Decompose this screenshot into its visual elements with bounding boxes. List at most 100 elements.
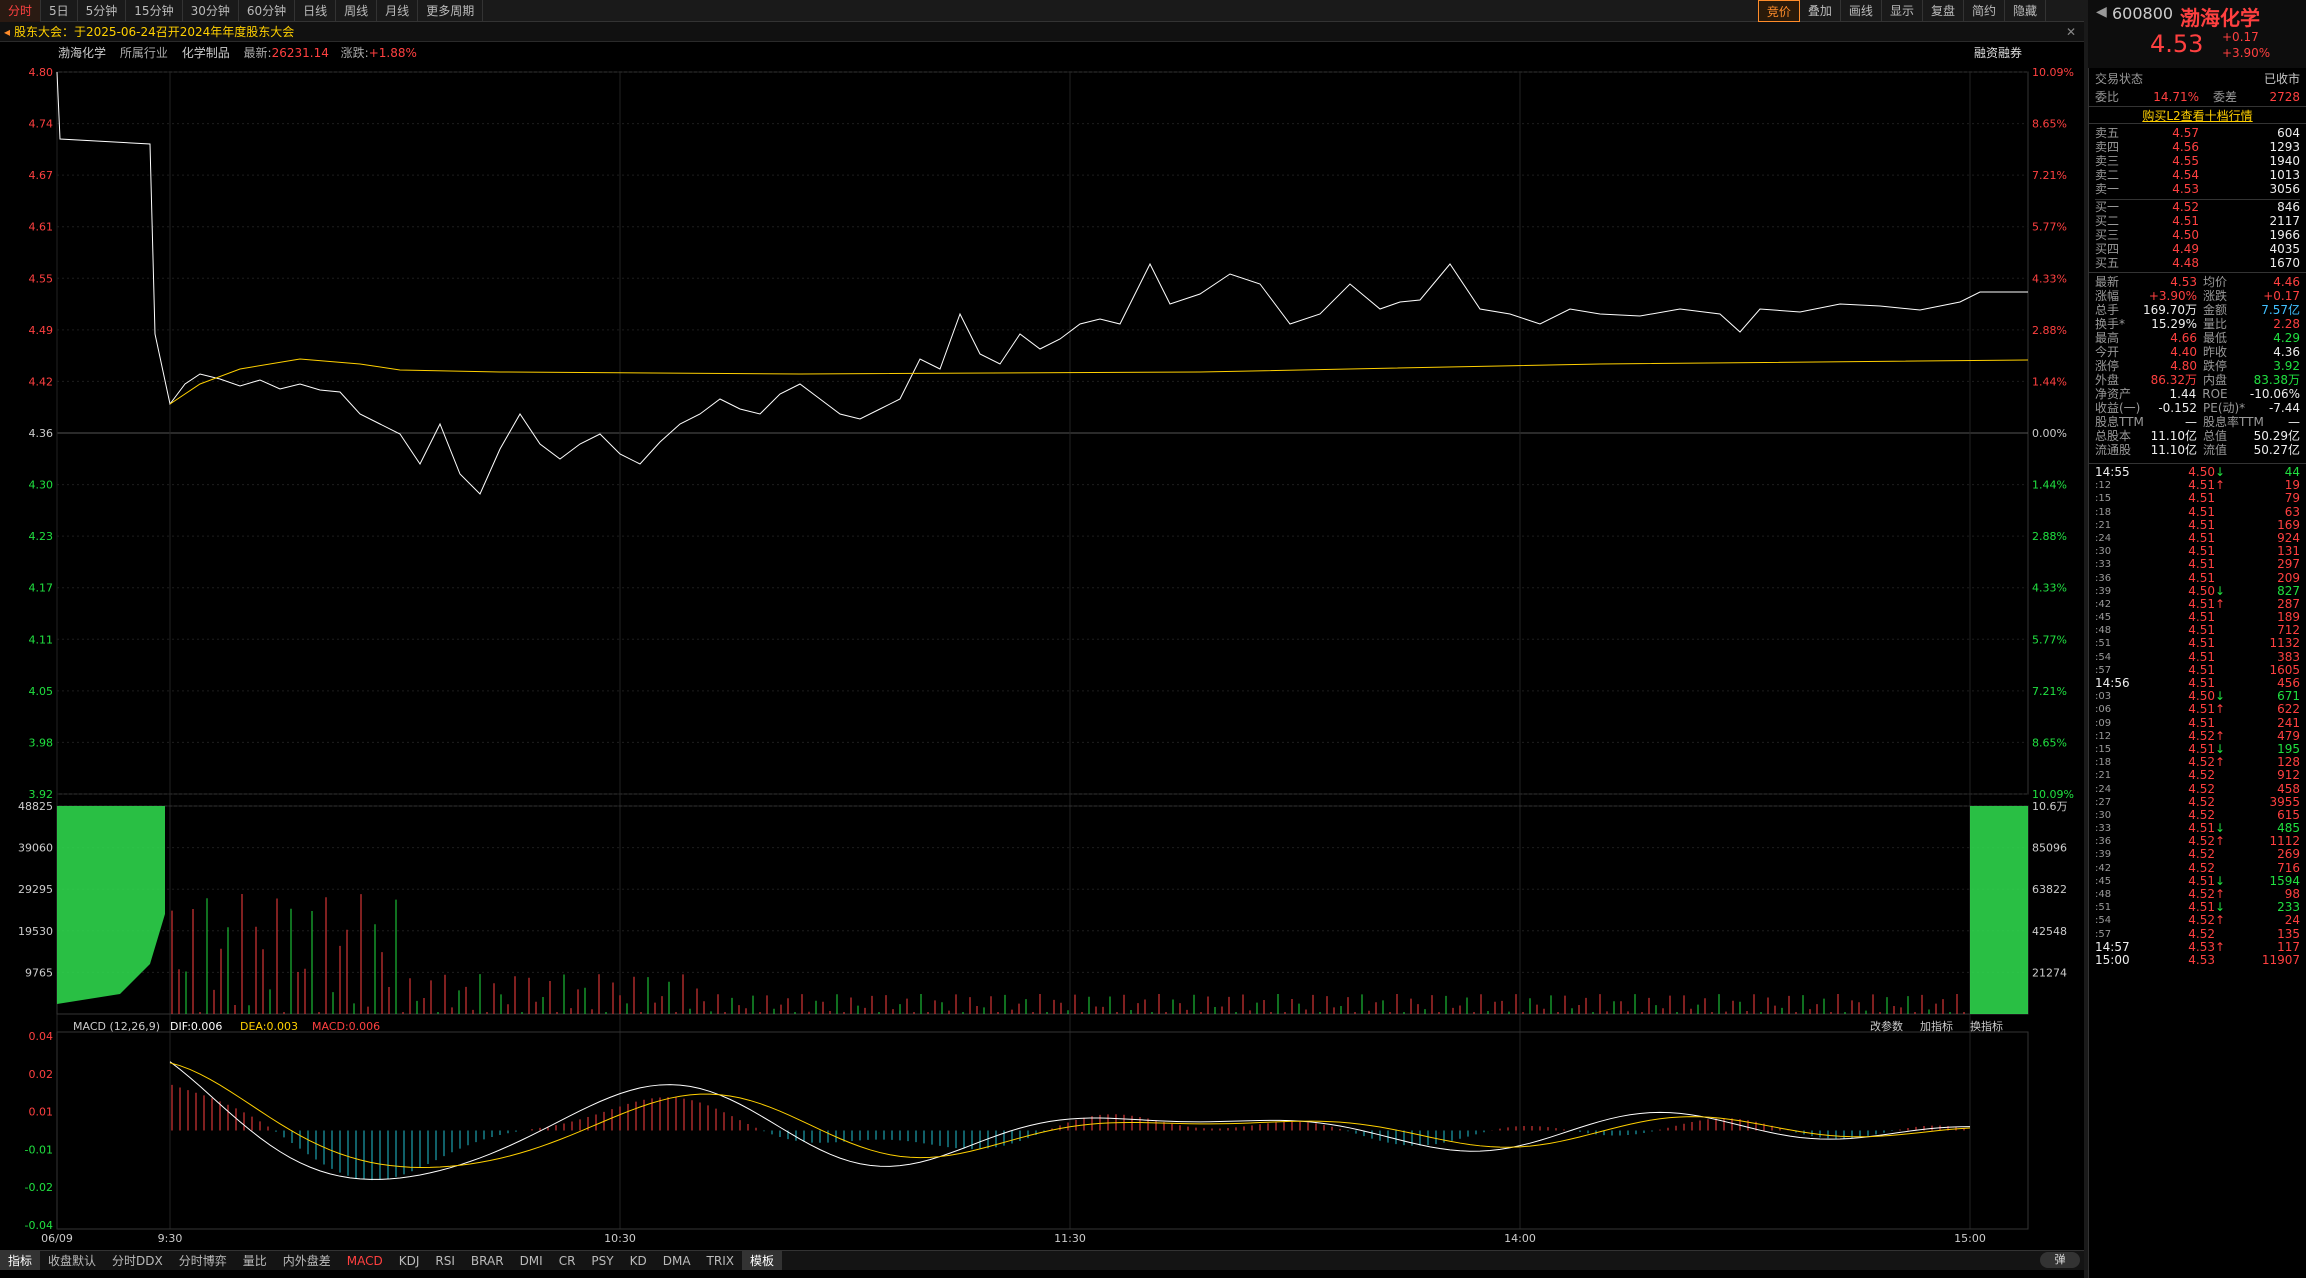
tick-time: :09	[2095, 717, 2112, 729]
wb-label: 委比	[2095, 90, 2120, 104]
close-icon[interactable]: ✕	[2066, 22, 2076, 42]
tick-row: :15 4.51 79	[2095, 492, 2300, 505]
indicator-tab[interactable]: 指标	[0, 1251, 41, 1270]
tick-time: :36	[2095, 836, 2112, 848]
period-tab[interactable]: 5日	[41, 0, 78, 22]
indicator-tab[interactable]: KDJ	[391, 1251, 428, 1270]
price-tick: 4.67	[29, 169, 54, 182]
period-tab[interactable]: 更多周期	[418, 0, 484, 22]
tick-volume: 11907	[2261, 952, 2300, 967]
notice-text[interactable]: 股东大会：于2025-06-24召开2024年年度股东大会	[14, 25, 294, 39]
industry-value[interactable]: 化学制品	[182, 46, 230, 60]
back-arrow-icon[interactable]: ◀	[2096, 4, 2107, 20]
close-auction-volume-area	[1970, 806, 2028, 1014]
book-price: 4.49	[2172, 242, 2199, 256]
tool-button[interactable]: 隐藏	[2005, 0, 2046, 22]
tick-price: 4.51	[2188, 715, 2215, 730]
tick-time: 15:00	[2095, 952, 2130, 967]
vol-tick: 29295	[18, 883, 53, 896]
period-tab[interactable]: 30分钟	[183, 0, 239, 22]
indicator-tab[interactable]: 分时博弈	[171, 1251, 235, 1270]
tick-volume: 297	[2277, 557, 2300, 572]
stat-value: 4.53	[2170, 275, 2197, 289]
book-volume: 4035	[2269, 242, 2300, 256]
tool-button[interactable]: 叠加	[1800, 0, 1841, 22]
period-tab[interactable]: 周线	[336, 0, 378, 22]
indicator-tab[interactable]: MACD	[339, 1251, 391, 1270]
tick-dir-icon	[2215, 519, 2225, 532]
popup-toggle[interactable]: 弹	[2040, 1252, 2080, 1268]
indicator-tab[interactable]: KD	[622, 1251, 655, 1270]
indicator-tab[interactable]: CR	[551, 1251, 584, 1270]
stat-label: 涨幅	[2095, 289, 2120, 303]
tick-row: 14:57 4.53 ↑ 117	[2095, 940, 2300, 954]
indicator-tab[interactable]: DMI	[512, 1251, 551, 1270]
pct-tick: 10.09%	[2032, 66, 2074, 79]
indicator-tab[interactable]: RSI	[427, 1251, 463, 1270]
tick-volume: 1132	[2269, 636, 2300, 651]
indicator-tab[interactable]: 内外盘差	[275, 1251, 339, 1270]
pct-tick: 5.77%	[2032, 221, 2067, 234]
tick-dir-icon: ↑	[2215, 728, 2226, 743]
macd-dea: DEA:0.003	[240, 1020, 298, 1033]
indicator-tab[interactable]: 收盘默认	[40, 1251, 104, 1270]
price-line	[56, 71, 2028, 495]
indicator-tab[interactable]: 量比	[235, 1251, 275, 1270]
macd-button[interactable]: 改参数	[1870, 1019, 1903, 1033]
tick-dir-icon	[2215, 862, 2225, 875]
indicator-tab[interactable]: 模板	[741, 1251, 782, 1270]
tick-volume: 209	[2277, 570, 2300, 585]
book-level: 卖五	[2095, 126, 2120, 140]
indicator-tab[interactable]: 分时DDX	[104, 1251, 171, 1270]
tick-volume: 716	[2277, 860, 2300, 875]
tick-row: :51 4.51 1132	[2095, 637, 2300, 650]
margin-trading-link[interactable]: 融资融券	[1974, 42, 2022, 64]
stats-row: 流通股 11.10亿 流值 50.27亿	[2095, 443, 2300, 457]
tick-row: :39 4.50 ↓ 827	[2095, 583, 2300, 598]
tick-price: 4.52	[2188, 847, 2215, 862]
vol-tick-right: 21274	[2032, 966, 2067, 979]
indicator-tab[interactable]: PSY	[583, 1251, 621, 1270]
period-tab[interactable]: 分时	[0, 0, 42, 22]
tick-row: :12 4.52 ↑ 479	[2095, 728, 2300, 743]
indicator-tab[interactable]: DMA	[655, 1251, 699, 1270]
l2-purchase-link[interactable]: 购买L2查看十档行情	[2089, 106, 2306, 124]
period-tab[interactable]: 月线	[377, 0, 419, 22]
pct-tick: 1.44%	[2032, 375, 2067, 388]
stat-value: 86.32万	[2150, 373, 2197, 387]
tool-button[interactable]: 复盘	[1923, 0, 1964, 22]
tool-button[interactable]: 显示	[1882, 0, 1923, 22]
book-price: 4.53	[2172, 182, 2199, 196]
stat-value: 7.57亿	[2261, 303, 2300, 317]
tool-button[interactable]: 竞价	[1757, 0, 1800, 22]
stat-value: +3.90%	[2148, 289, 2197, 303]
tool-button[interactable]: 画线	[1841, 0, 1882, 22]
period-tab[interactable]: 60分钟	[239, 0, 296, 22]
indicator-tab[interactable]: TRIX	[699, 1251, 742, 1270]
tick-volume: 458	[2277, 781, 2300, 796]
tick-dir-icon	[2215, 611, 2225, 624]
macd-button[interactable]: 换指标	[1970, 1019, 2003, 1033]
stat-label: 量比	[2203, 317, 2228, 331]
macd-button[interactable]: 加指标	[1920, 1019, 1953, 1033]
tick-row: :21 4.51 169	[2095, 518, 2300, 532]
period-tab[interactable]: 15分钟	[126, 0, 183, 22]
period-tab[interactable]: 日线	[295, 0, 337, 22]
tick-time: :12	[2095, 730, 2112, 742]
vol-tick-right: 63822	[2032, 883, 2067, 896]
intraday-chart[interactable]: 4.80 10.09% 4.74 8.65% 4.67 7.21% 4.61 5.77% 4.5…	[0, 64, 2088, 1245]
period-tab[interactable]: 5分钟	[78, 0, 127, 22]
tool-button[interactable]: 简约	[1964, 0, 2005, 22]
tick-row: :21 4.52 912	[2095, 769, 2300, 782]
trade-status-row: 交易状态 已收市	[2089, 68, 2306, 88]
tick-volume: 827	[2277, 583, 2300, 598]
tick-time: :39	[2095, 585, 2112, 597]
tick-time: :33	[2095, 559, 2112, 571]
wc-value: 2728	[2269, 90, 2300, 104]
indicator-tab[interactable]: BRAR	[463, 1251, 512, 1270]
tick-time: :24	[2095, 783, 2112, 795]
macd-tick: -0.01	[25, 1143, 53, 1156]
book-level: 买五	[2095, 256, 2120, 270]
book-level: 买四	[2095, 242, 2120, 256]
pct-tick: 8.65%	[2032, 118, 2067, 131]
